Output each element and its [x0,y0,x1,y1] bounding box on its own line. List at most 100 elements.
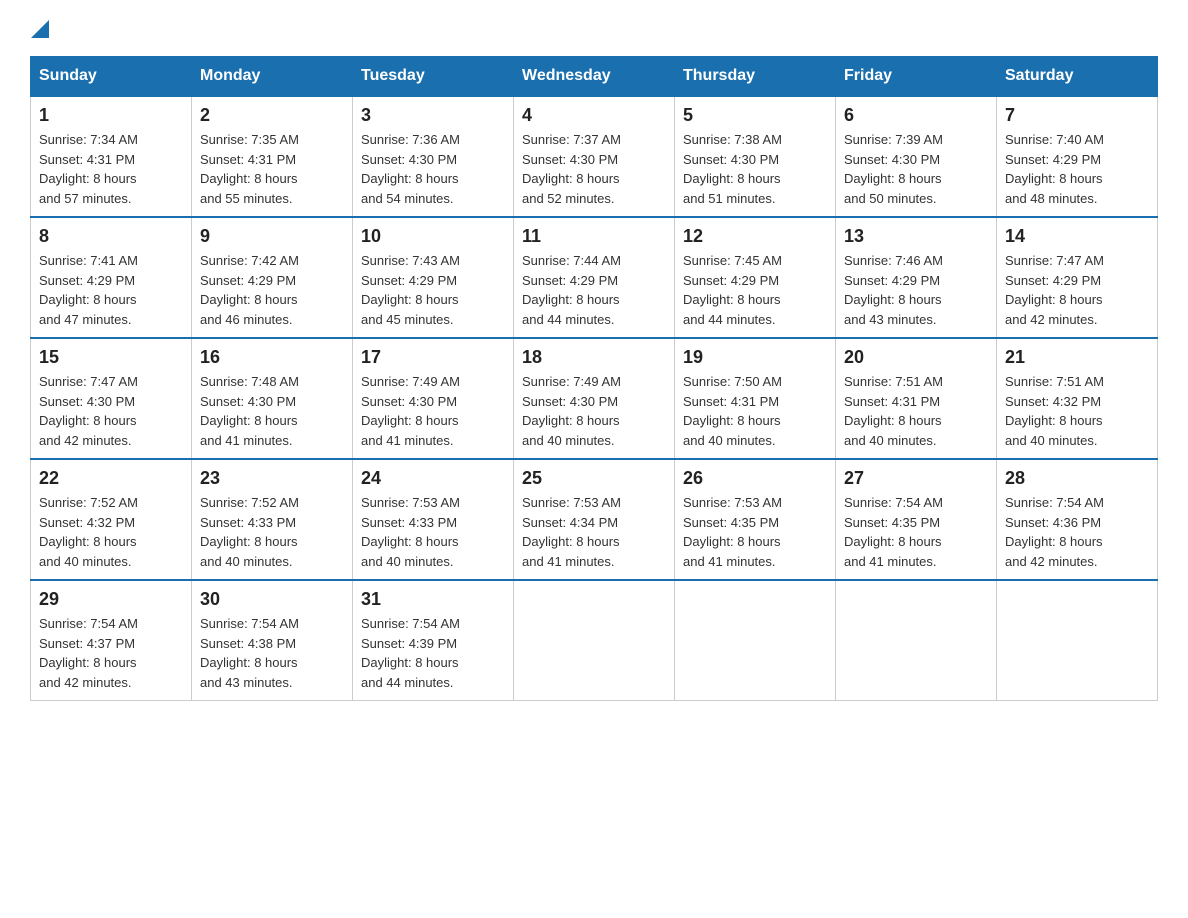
day-number: 24 [361,468,505,489]
calendar-cell: 7 Sunrise: 7:40 AMSunset: 4:29 PMDayligh… [997,96,1158,217]
calendar-cell: 11 Sunrise: 7:44 AMSunset: 4:29 PMDaylig… [514,217,675,338]
calendar-cell: 22 Sunrise: 7:52 AMSunset: 4:32 PMDaylig… [31,459,192,580]
day-number: 9 [200,226,344,247]
day-number: 20 [844,347,988,368]
day-info: Sunrise: 7:51 AMSunset: 4:32 PMDaylight:… [1005,372,1149,450]
day-number: 8 [39,226,183,247]
day-number: 11 [522,226,666,247]
calendar-header: Sunday Monday Tuesday Wednesday Thursday… [31,57,1158,97]
calendar-cell: 6 Sunrise: 7:39 AMSunset: 4:30 PMDayligh… [836,96,997,217]
day-number: 15 [39,347,183,368]
day-number: 29 [39,589,183,610]
day-info: Sunrise: 7:49 AMSunset: 4:30 PMDaylight:… [522,372,666,450]
day-info: Sunrise: 7:53 AMSunset: 4:33 PMDaylight:… [361,493,505,571]
calendar-cell: 30 Sunrise: 7:54 AMSunset: 4:38 PMDaylig… [192,580,353,701]
header-tuesday: Tuesday [353,57,514,97]
day-info: Sunrise: 7:46 AMSunset: 4:29 PMDaylight:… [844,251,988,329]
day-info: Sunrise: 7:51 AMSunset: 4:31 PMDaylight:… [844,372,988,450]
calendar-cell: 17 Sunrise: 7:49 AMSunset: 4:30 PMDaylig… [353,338,514,459]
day-info: Sunrise: 7:40 AMSunset: 4:29 PMDaylight:… [1005,130,1149,208]
calendar-week-row: 29 Sunrise: 7:54 AMSunset: 4:37 PMDaylig… [31,580,1158,701]
day-info: Sunrise: 7:37 AMSunset: 4:30 PMDaylight:… [522,130,666,208]
day-info: Sunrise: 7:54 AMSunset: 4:37 PMDaylight:… [39,614,183,692]
calendar-cell: 28 Sunrise: 7:54 AMSunset: 4:36 PMDaylig… [997,459,1158,580]
calendar-cell: 4 Sunrise: 7:37 AMSunset: 4:30 PMDayligh… [514,96,675,217]
logo-general-text [30,20,49,40]
calendar-week-row: 22 Sunrise: 7:52 AMSunset: 4:32 PMDaylig… [31,459,1158,580]
calendar-cell: 18 Sunrise: 7:49 AMSunset: 4:30 PMDaylig… [514,338,675,459]
day-info: Sunrise: 7:54 AMSunset: 4:39 PMDaylight:… [361,614,505,692]
header-thursday: Thursday [675,57,836,97]
logo [30,20,49,36]
day-number: 14 [1005,226,1149,247]
logo-triangle-icon [31,20,49,38]
calendar-week-row: 15 Sunrise: 7:47 AMSunset: 4:30 PMDaylig… [31,338,1158,459]
day-number: 6 [844,105,988,126]
calendar-cell: 5 Sunrise: 7:38 AMSunset: 4:30 PMDayligh… [675,96,836,217]
day-number: 25 [522,468,666,489]
calendar-cell: 26 Sunrise: 7:53 AMSunset: 4:35 PMDaylig… [675,459,836,580]
day-info: Sunrise: 7:47 AMSunset: 4:29 PMDaylight:… [1005,251,1149,329]
calendar-cell: 24 Sunrise: 7:53 AMSunset: 4:33 PMDaylig… [353,459,514,580]
day-number: 18 [522,347,666,368]
calendar-cell [514,580,675,701]
calendar-cell: 9 Sunrise: 7:42 AMSunset: 4:29 PMDayligh… [192,217,353,338]
calendar-cell: 23 Sunrise: 7:52 AMSunset: 4:33 PMDaylig… [192,459,353,580]
calendar-cell [997,580,1158,701]
day-number: 13 [844,226,988,247]
day-number: 4 [522,105,666,126]
day-info: Sunrise: 7:54 AMSunset: 4:35 PMDaylight:… [844,493,988,571]
calendar-cell: 19 Sunrise: 7:50 AMSunset: 4:31 PMDaylig… [675,338,836,459]
calendar-cell: 8 Sunrise: 7:41 AMSunset: 4:29 PMDayligh… [31,217,192,338]
calendar-cell: 10 Sunrise: 7:43 AMSunset: 4:29 PMDaylig… [353,217,514,338]
day-number: 7 [1005,105,1149,126]
day-info: Sunrise: 7:35 AMSunset: 4:31 PMDaylight:… [200,130,344,208]
day-number: 23 [200,468,344,489]
day-info: Sunrise: 7:47 AMSunset: 4:30 PMDaylight:… [39,372,183,450]
day-info: Sunrise: 7:52 AMSunset: 4:32 PMDaylight:… [39,493,183,571]
day-number: 5 [683,105,827,126]
calendar-cell [675,580,836,701]
calendar-cell: 27 Sunrise: 7:54 AMSunset: 4:35 PMDaylig… [836,459,997,580]
weekday-header-row: Sunday Monday Tuesday Wednesday Thursday… [31,57,1158,97]
day-number: 19 [683,347,827,368]
calendar-table: Sunday Monday Tuesday Wednesday Thursday… [30,56,1158,701]
calendar-cell: 20 Sunrise: 7:51 AMSunset: 4:31 PMDaylig… [836,338,997,459]
day-number: 31 [361,589,505,610]
day-info: Sunrise: 7:54 AMSunset: 4:38 PMDaylight:… [200,614,344,692]
calendar-body: 1 Sunrise: 7:34 AMSunset: 4:31 PMDayligh… [31,96,1158,701]
calendar-cell: 13 Sunrise: 7:46 AMSunset: 4:29 PMDaylig… [836,217,997,338]
header-sunday: Sunday [31,57,192,97]
day-info: Sunrise: 7:41 AMSunset: 4:29 PMDaylight:… [39,251,183,329]
day-info: Sunrise: 7:52 AMSunset: 4:33 PMDaylight:… [200,493,344,571]
calendar-cell: 2 Sunrise: 7:35 AMSunset: 4:31 PMDayligh… [192,96,353,217]
day-number: 10 [361,226,505,247]
day-number: 30 [200,589,344,610]
day-number: 1 [39,105,183,126]
day-info: Sunrise: 7:43 AMSunset: 4:29 PMDaylight:… [361,251,505,329]
day-number: 12 [683,226,827,247]
page-header [30,20,1158,36]
day-number: 28 [1005,468,1149,489]
day-info: Sunrise: 7:49 AMSunset: 4:30 PMDaylight:… [361,372,505,450]
header-friday: Friday [836,57,997,97]
header-wednesday: Wednesday [514,57,675,97]
calendar-cell: 14 Sunrise: 7:47 AMSunset: 4:29 PMDaylig… [997,217,1158,338]
day-info: Sunrise: 7:53 AMSunset: 4:34 PMDaylight:… [522,493,666,571]
day-number: 16 [200,347,344,368]
day-info: Sunrise: 7:45 AMSunset: 4:29 PMDaylight:… [683,251,827,329]
day-number: 26 [683,468,827,489]
calendar-week-row: 8 Sunrise: 7:41 AMSunset: 4:29 PMDayligh… [31,217,1158,338]
day-info: Sunrise: 7:42 AMSunset: 4:29 PMDaylight:… [200,251,344,329]
day-info: Sunrise: 7:34 AMSunset: 4:31 PMDaylight:… [39,130,183,208]
day-info: Sunrise: 7:39 AMSunset: 4:30 PMDaylight:… [844,130,988,208]
day-info: Sunrise: 7:54 AMSunset: 4:36 PMDaylight:… [1005,493,1149,571]
day-info: Sunrise: 7:36 AMSunset: 4:30 PMDaylight:… [361,130,505,208]
calendar-cell: 15 Sunrise: 7:47 AMSunset: 4:30 PMDaylig… [31,338,192,459]
calendar-cell [836,580,997,701]
day-number: 3 [361,105,505,126]
calendar-cell: 31 Sunrise: 7:54 AMSunset: 4:39 PMDaylig… [353,580,514,701]
calendar-cell: 3 Sunrise: 7:36 AMSunset: 4:30 PMDayligh… [353,96,514,217]
calendar-cell: 29 Sunrise: 7:54 AMSunset: 4:37 PMDaylig… [31,580,192,701]
day-info: Sunrise: 7:50 AMSunset: 4:31 PMDaylight:… [683,372,827,450]
